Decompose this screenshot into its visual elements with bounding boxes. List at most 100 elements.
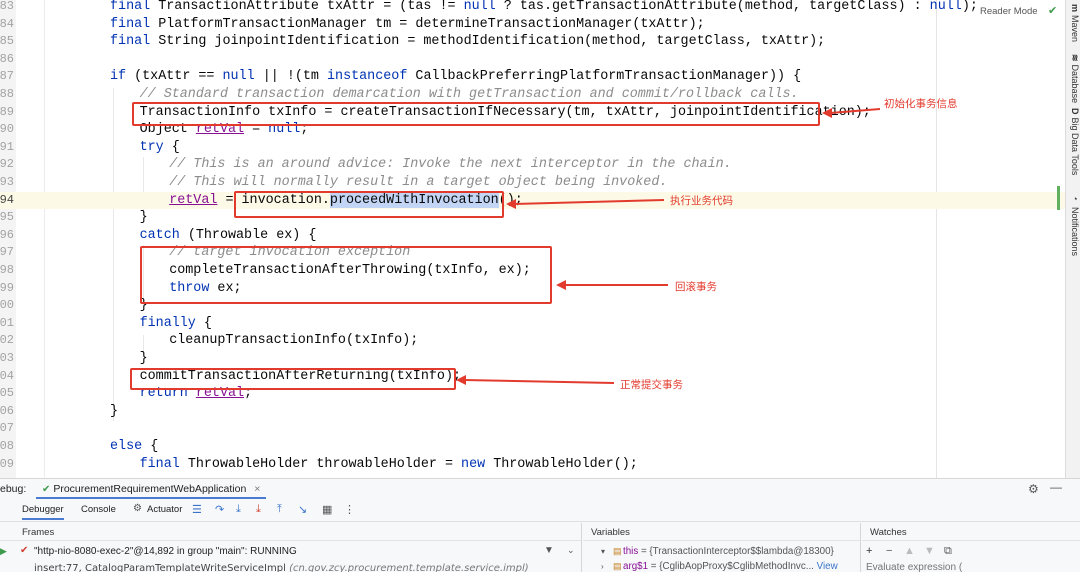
filter-icon[interactable]: ▼ — [544, 545, 554, 556]
frame-item[interactable]: insert:77, CatalogParamTemplateWriteServ… — [34, 563, 529, 572]
notifications-tab[interactable]: ◔ Notifications — [1067, 194, 1080, 256]
code-line[interactable]: 85 final String joinpointIdentification =… — [0, 33, 1065, 51]
code-line[interactable]: 08 else { — [0, 438, 1065, 456]
more-options-icon[interactable]: ⋮ — [344, 503, 355, 516]
close-icon[interactable]: × — [254, 483, 260, 495]
tab-console[interactable]: Console — [81, 504, 116, 515]
line-number[interactable]: 94 — [0, 192, 14, 210]
reader-mode-button[interactable]: Reader Mode — [980, 6, 1038, 17]
line-number[interactable]: 90 — [0, 121, 14, 139]
expand-chevron-icon[interactable]: › — [601, 562, 604, 571]
inspection-ok-icon[interactable]: ✔ — [1048, 4, 1057, 17]
code-line[interactable]: 84 final PlatformTransactionManager tm = … — [0, 16, 1065, 34]
maven-tool-tab[interactable]: m Maven — [1067, 4, 1080, 42]
code-token: final — [139, 456, 188, 472]
database-tab-label: Database — [1070, 64, 1080, 104]
line-number[interactable]: 02 — [0, 332, 14, 350]
line-number[interactable]: 00 — [0, 297, 14, 315]
code-line[interactable]: 93 // This will normally result in a targ… — [0, 174, 1065, 192]
code-line[interactable]: 06} — [0, 403, 1065, 421]
thread-selector[interactable]: ▶ ✔ "http-nio-8080-exec-2"@14,892 in gro… — [0, 545, 582, 561]
line-number[interactable]: 83 — [0, 0, 14, 16]
debug-title-bar: ebug: ✔ ProcurementRequirementWebApplica… — [0, 479, 1080, 499]
run-to-cursor-icon[interactable]: ↘ — [298, 503, 307, 516]
code-text: } — [140, 350, 148, 368]
code-line[interactable]: 01 finally { — [0, 315, 1065, 333]
force-step-into-icon[interactable]: ⤓ — [256, 503, 261, 516]
database-tool-tab[interactable]: ≋ Database — [1067, 54, 1080, 103]
move-up-icon[interactable]: ▲ — [904, 545, 915, 557]
database-icon: ≋ — [1070, 54, 1080, 62]
debug-label: ebug: — [0, 483, 27, 495]
code-line[interactable]: 83 final TransactionAttribute txAttr = (t… — [0, 0, 1065, 16]
line-number[interactable]: 03 — [0, 350, 14, 368]
line-number[interactable]: 87 — [0, 68, 14, 86]
code-line[interactable]: 87 if (txAttr == null || !(tm instanceof … — [0, 68, 1065, 86]
show-execution-point-icon[interactable]: ☰ — [192, 503, 202, 516]
code-line[interactable]: 03} — [0, 350, 1065, 368]
line-number[interactable]: 95 — [0, 209, 14, 227]
line-number[interactable]: 88 — [0, 86, 14, 104]
line-number[interactable]: 92 — [0, 156, 14, 174]
code-token: } — [139, 351, 148, 366]
tab-debugger[interactable]: Debugger — [22, 504, 64, 520]
line-number[interactable]: 04 — [0, 368, 14, 386]
run-config-name: ProcurementRequirementWebApplication — [53, 483, 247, 495]
resume-icon[interactable]: ▶ — [0, 546, 7, 557]
line-number[interactable]: 99 — [0, 280, 14, 298]
code-editor[interactable]: 83 final TransactionAttribute txAttr = (t… — [0, 0, 1065, 478]
view-link[interactable]: View — [814, 561, 838, 572]
scrollbar-marker[interactable] — [1057, 186, 1060, 210]
code-line[interactable]: 96 catch (Throwable ex) { — [0, 227, 1065, 245]
line-number[interactable]: 96 — [0, 227, 14, 245]
line-number[interactable]: 93 — [0, 174, 14, 192]
line-number[interactable]: 86 — [0, 51, 14, 69]
evaluate-expression-icon[interactable]: ▦ — [322, 503, 332, 516]
evaluate-expression-input[interactable] — [866, 560, 1076, 572]
line-number[interactable]: 09 — [0, 456, 14, 474]
gear-icon[interactable]: ⚙ — [1028, 482, 1039, 496]
line-number[interactable]: 98 — [0, 262, 14, 280]
code-token: null — [222, 69, 255, 85]
add-watch-icon[interactable]: + — [866, 545, 872, 557]
line-number[interactable]: 97 — [0, 244, 14, 262]
line-number[interactable]: 85 — [0, 33, 14, 51]
code-line[interactable]: 86 — [0, 51, 1065, 69]
code-token: // Standard transaction demarcation with… — [139, 87, 799, 102]
bell-icon: ◔ — [1070, 194, 1080, 204]
line-number[interactable]: 08 — [0, 438, 14, 456]
step-out-icon[interactable]: ⤒ — [277, 503, 282, 516]
code-line[interactable]: 91 try { — [0, 139, 1065, 157]
duplicate-watch-icon[interactable]: ⧉ — [944, 545, 952, 558]
code-token: else — [110, 439, 151, 454]
variable-row[interactable]: › ▤ arg$1 = {CglibAopProxy$CglibMethodInvc… — [583, 560, 861, 572]
expand-chevron-icon[interactable]: ▾ — [601, 547, 605, 556]
code-token: try — [139, 139, 172, 155]
variable-row[interactable]: ▾ ▤ this = {TransactionInterceptor$$lambda… — [583, 545, 861, 559]
code-text: finally { — [140, 315, 212, 333]
line-number[interactable]: 07 — [0, 420, 14, 438]
move-down-icon[interactable]: ▼ — [924, 545, 935, 557]
line-number[interactable]: 01 — [0, 315, 14, 333]
minimize-icon[interactable]: — — [1050, 480, 1062, 494]
code-line[interactable]: 07 — [0, 420, 1065, 438]
line-number[interactable]: 84 — [0, 16, 14, 34]
maven-tab-label: Maven — [1070, 15, 1080, 43]
code-token: || !(tm — [254, 69, 327, 85]
code-line[interactable]: 02 cleanupTransactionInfo(txInfo); — [0, 332, 1065, 350]
big-data-tools-tab[interactable]: D Big Data Tools — [1067, 108, 1080, 175]
line-number[interactable]: 91 — [0, 139, 14, 157]
step-over-icon[interactable]: ↷ — [215, 503, 224, 516]
code-line[interactable]: 09 final ThrowableHolder throwableHolder … — [0, 456, 1065, 474]
line-number[interactable]: 89 — [0, 104, 14, 122]
chevron-down-icon[interactable]: ⌄ — [567, 545, 575, 556]
tab-actuator[interactable]: Actuator — [147, 504, 182, 515]
remove-watch-icon[interactable]: − — [886, 545, 892, 557]
code-token: final — [110, 34, 159, 50]
line-number[interactable]: 06 — [0, 403, 14, 421]
step-into-icon[interactable]: ⤓ — [236, 503, 241, 516]
code-text: // This will normally result in a target… — [169, 174, 667, 192]
run-config-tab[interactable]: ✔ ProcurementRequirementWebApplication × — [36, 479, 267, 499]
code-line[interactable]: 92 // This is an around advice: Invoke th… — [0, 156, 1065, 174]
line-number[interactable]: 05 — [0, 385, 14, 403]
